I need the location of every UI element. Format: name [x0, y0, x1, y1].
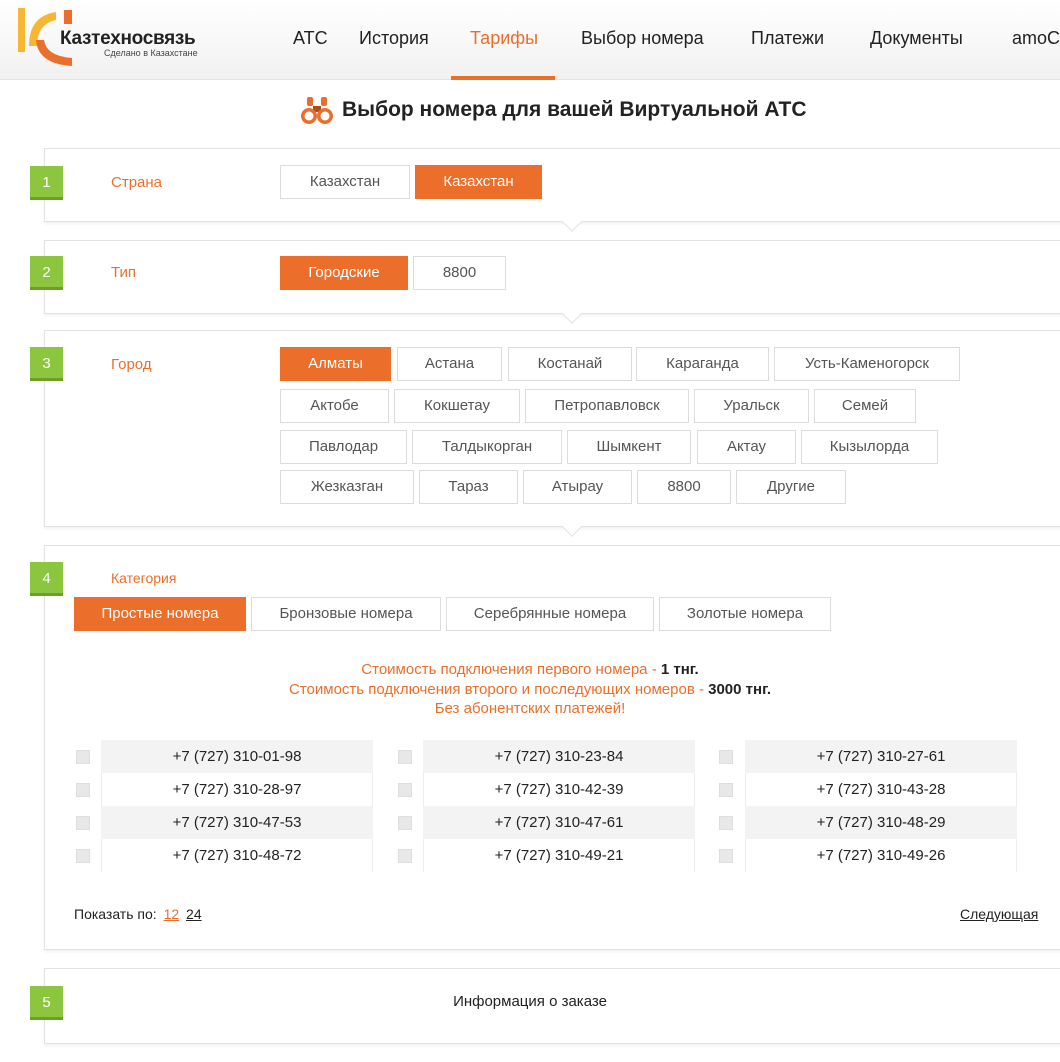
- country-option-1[interactable]: Казахстан: [280, 165, 410, 199]
- step-badge-1: 1: [30, 166, 63, 200]
- number-cell[interactable]: +7 (727) 310-48-29: [745, 806, 1017, 839]
- city-option[interactable]: Актобе: [280, 389, 389, 423]
- city-option[interactable]: Кокшетау: [394, 389, 520, 423]
- number-checkbox[interactable]: [398, 849, 412, 863]
- city-option[interactable]: Семей: [814, 389, 916, 423]
- city-option[interactable]: Усть-Каменогорск: [774, 347, 960, 381]
- number-cell[interactable]: +7 (727) 310-43-28: [745, 773, 1017, 806]
- number-checkbox[interactable]: [398, 816, 412, 830]
- number-cell[interactable]: +7 (727) 310-47-61: [423, 806, 695, 839]
- city-option[interactable]: Астана: [397, 347, 502, 381]
- city-option[interactable]: Жезказган: [280, 470, 414, 504]
- number-checkbox[interactable]: [719, 816, 733, 830]
- city-option[interactable]: Алматы: [280, 347, 391, 381]
- number-checkbox[interactable]: [76, 750, 90, 764]
- panel-arrow: [562, 212, 582, 232]
- order-info-title: Информация о заказе: [453, 993, 607, 1010]
- main-nav: АТС История Тарифы Выбор номера Платежи …: [0, 0, 1060, 80]
- number-cell[interactable]: +7 (727) 310-49-21: [423, 839, 695, 872]
- page-size-label: Показать по:: [74, 906, 157, 922]
- city-option[interactable]: Кызылорда: [801, 430, 938, 464]
- city-option[interactable]: Костанай: [508, 347, 632, 381]
- step-badge-3: 3: [30, 347, 63, 381]
- type-option-city[interactable]: Городские: [280, 256, 408, 290]
- number-cell[interactable]: +7 (727) 310-49-26: [745, 839, 1017, 872]
- nav-item-ats[interactable]: АТС: [293, 28, 328, 49]
- category-tab-bronze[interactable]: Бронзовые номера: [251, 597, 441, 631]
- panel-arrow: [562, 517, 582, 537]
- nav-item-tariffs[interactable]: Тарифы: [470, 28, 538, 49]
- number-cell[interactable]: +7 (727) 310-27-61: [745, 740, 1017, 773]
- category-tab-simple[interactable]: Простые номера: [74, 597, 246, 631]
- nav-item-history[interactable]: История: [359, 28, 429, 49]
- step-type-panel: [44, 240, 1060, 324]
- category-tab-gold[interactable]: Золотые номера: [659, 597, 831, 631]
- page-size-12-link[interactable]: 12: [164, 906, 180, 922]
- city-option[interactable]: Атырау: [523, 470, 632, 504]
- city-option[interactable]: Тараз: [419, 470, 518, 504]
- step-label-city: Город: [111, 356, 152, 373]
- city-option[interactable]: Другие: [736, 470, 846, 504]
- nav-item-payments[interactable]: Платежи: [751, 28, 824, 49]
- step-label-type: Тип: [111, 264, 137, 281]
- number-checkbox[interactable]: [398, 783, 412, 797]
- price-info-next-text: Стоимость подключения второго и последую…: [289, 681, 709, 698]
- nav-item-number-choice[interactable]: Выбор номера: [581, 28, 704, 49]
- number-cell[interactable]: +7 (727) 310-47-53: [101, 806, 373, 839]
- city-option[interactable]: Петропавловск: [525, 389, 689, 423]
- category-tab-silver[interactable]: Серебрянные номера: [446, 597, 654, 631]
- city-option[interactable]: Талдыкорган: [412, 430, 562, 464]
- city-option[interactable]: Актау: [697, 430, 796, 464]
- city-option[interactable]: Уральск: [694, 389, 809, 423]
- number-checkbox[interactable]: [719, 849, 733, 863]
- price-info-no-fee: Без абонентских платежей!: [434, 700, 626, 717]
- city-option[interactable]: Караганда: [636, 347, 769, 381]
- price-info-first: Стоимость подключения первого номера - 1…: [0, 661, 1060, 678]
- panel-arrow: [562, 304, 582, 324]
- number-cell[interactable]: +7 (727) 310-23-84: [423, 740, 695, 773]
- step-label-category: Категория: [111, 570, 177, 586]
- step-label-country: Страна: [111, 174, 163, 191]
- number-checkbox[interactable]: [76, 849, 90, 863]
- number-checkbox[interactable]: [76, 816, 90, 830]
- nav-item-amocrm[interactable]: amoCRM: [1012, 28, 1060, 49]
- step-country-panel: [44, 148, 1060, 232]
- price-next-value: 3000 тнг.: [708, 681, 771, 698]
- step-badge-2: 2: [30, 256, 63, 290]
- number-cell[interactable]: +7 (727) 310-48-72: [101, 839, 373, 872]
- number-cell[interactable]: +7 (727) 310-28-97: [101, 773, 373, 806]
- type-option-8800[interactable]: 8800: [413, 256, 506, 290]
- number-cell[interactable]: +7 (727) 310-42-39: [423, 773, 695, 806]
- binoculars-icon: [301, 97, 333, 124]
- city-option[interactable]: 8800: [637, 470, 731, 504]
- page-size-24-link[interactable]: 24: [186, 906, 202, 922]
- number-checkbox[interactable]: [719, 750, 733, 764]
- price-first-value: 1 тнг.: [660, 661, 699, 678]
- city-option[interactable]: Шымкент: [567, 430, 691, 464]
- page-title: Выбор номера для вашей Виртуальной АТС: [342, 98, 807, 121]
- country-option-2[interactable]: Казахстан: [415, 165, 542, 199]
- next-page-link[interactable]: Следующая: [960, 906, 1038, 922]
- number-checkbox[interactable]: [398, 750, 412, 764]
- page-size-selector: Показать по: 12 24: [74, 906, 202, 922]
- header: Казтехносвязь Сделано в Казахстане АТС И…: [0, 0, 1060, 80]
- city-option[interactable]: Павлодар: [280, 430, 407, 464]
- active-nav-indicator: [451, 76, 555, 80]
- nav-item-documents[interactable]: Документы: [870, 28, 963, 49]
- number-checkbox[interactable]: [76, 783, 90, 797]
- number-checkbox[interactable]: [719, 783, 733, 797]
- number-cell[interactable]: +7 (727) 310-01-98: [101, 740, 373, 773]
- step-badge-4: 4: [30, 562, 63, 596]
- price-info-next: Стоимость подключения второго и последую…: [0, 681, 1060, 698]
- price-info-first-text: Стоимость подключения первого номера -: [361, 661, 661, 678]
